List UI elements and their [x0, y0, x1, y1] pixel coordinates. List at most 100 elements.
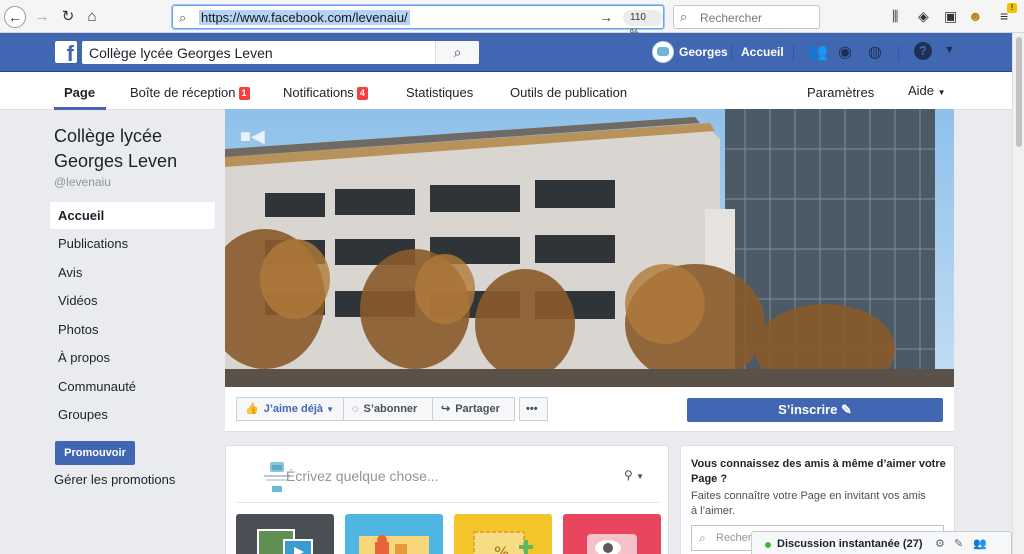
extension-icon[interactable]: ☻	[968, 8, 983, 24]
search-icon: ⌕	[680, 9, 688, 24]
library-icon[interactable]: ⫼	[892, 8, 898, 25]
composer-input[interactable]: Écrivez quelque chose...	[286, 468, 439, 484]
sidebar-item-about[interactable]: À propos	[50, 344, 215, 371]
group-chat-icon[interactable]: 👥	[973, 537, 987, 550]
page-scrollbar[interactable]	[1012, 33, 1024, 554]
zoom-level[interactable]: 110 %	[623, 10, 663, 39]
facebook-logo-icon[interactable]: f	[55, 41, 77, 63]
share-button-label: Partager	[455, 403, 500, 415]
invite-friends-description: Faites connaître votre Page en invitant …	[691, 490, 926, 517]
tab-help[interactable]: Aide ▼	[908, 83, 946, 98]
chat-sidebar-tab[interactable]: Discussion instantanée (27) ⚙ ✎ 👥	[751, 531, 1012, 554]
promote-button[interactable]: Promouvoir	[55, 441, 135, 465]
sidebar-item-photos[interactable]: Photos	[50, 316, 215, 343]
sidebar-item-community[interactable]: Communauté	[50, 373, 215, 400]
signup-button[interactable]: S’inscrire ✎	[687, 398, 943, 422]
browser-toolbar: ← → ↻ ⌂ ⌕ https://www.facebook.com/leven…	[0, 0, 1024, 39]
tab-page[interactable]: Page	[64, 85, 95, 100]
tab-settings[interactable]: Paramètres	[807, 85, 874, 100]
facebook-search-value: Collège lycée Georges Leven	[89, 45, 273, 61]
caret-down-icon: ▼	[937, 88, 946, 97]
update-badge: !	[1007, 3, 1017, 13]
tab-notifications[interactable]: Notifications 4	[283, 85, 368, 100]
post-composer: Écrivez quelque chose... ⚲ ▼ %	[225, 445, 669, 554]
globe-notifications-icon[interactable]: ◍	[868, 42, 882, 62]
address-bar[interactable]: ⌕ https://www.facebook.com/levenaiu/ → 1…	[172, 5, 664, 39]
divider	[236, 502, 660, 503]
url-text: https://www.facebook.com/levenaiu/	[199, 10, 410, 25]
sidebar-item-groups[interactable]: Groupes	[50, 401, 215, 428]
liked-button-label: J’aime déjà	[263, 403, 324, 415]
facebook-header: f Collège lycée Georges Leven ⌕ Georges …	[0, 33, 1012, 72]
search-icon: ⌕	[699, 531, 706, 545]
pencil-icon: ✎	[840, 402, 852, 417]
page-handle[interactable]: @levenaiu	[54, 175, 111, 189]
video-camera-icon[interactable]: ■◀	[240, 126, 265, 147]
inbox-badge: 1	[238, 87, 250, 100]
profile-link[interactable]: Georges	[679, 45, 728, 59]
search-icon[interactable]: ⌕	[435, 41, 479, 64]
page-title[interactable]: Collège lycée Georges Leven	[54, 124, 224, 174]
reload-icon[interactable]: ↻	[58, 7, 78, 27]
divider	[731, 45, 732, 61]
messenger-icon[interactable]: ◉	[838, 42, 852, 62]
tab-publishing-tools[interactable]: Outils de publication	[510, 85, 627, 100]
divider	[898, 45, 899, 61]
avatar[interactable]	[652, 41, 674, 63]
compose-icon[interactable]: ✎	[954, 537, 963, 550]
liked-button[interactable]: 👍 J’aime déjà ▼	[236, 397, 344, 421]
online-status-icon	[765, 542, 771, 548]
go-arrow-icon[interactable]: →	[599, 9, 613, 25]
home-icon[interactable]: ⌂	[82, 7, 102, 27]
pocket-icon[interactable]: ◈	[918, 8, 929, 25]
tab-help-label: Aide	[908, 83, 935, 98]
audience-selector[interactable]: ⚲ ▼	[624, 468, 644, 482]
discount-tile[interactable]: %	[454, 514, 552, 554]
rss-icon: ◌	[352, 403, 359, 415]
cover-photo[interactable]: ■◀	[225, 109, 954, 387]
follow-button-label: S’abonner	[363, 403, 418, 415]
eye-icon	[587, 534, 637, 554]
active-tab-indicator	[54, 107, 106, 110]
sidebar-item-home[interactable]: Accueil	[50, 202, 215, 229]
discount-icon: %	[473, 531, 533, 554]
sidebar-item-reviews[interactable]: Avis	[50, 259, 215, 286]
sidebar-item-videos[interactable]: Vidéos	[50, 287, 215, 314]
offer-tile[interactable]	[345, 514, 443, 554]
tab-inbox-label: Boîte de réception	[130, 85, 236, 100]
signup-button-label: S’inscrire	[778, 402, 838, 417]
back-button[interactable]: ←	[4, 6, 26, 28]
tab-inbox[interactable]: Boîte de réception 1	[130, 85, 250, 100]
follow-button[interactable]: ◌ S’abonner	[343, 397, 433, 421]
chat-label: Discussion instantanée (27)	[777, 538, 923, 550]
tab-statistics[interactable]: Statistiques	[406, 85, 473, 100]
account-menu-caret-icon[interactable]: ▼	[944, 44, 955, 56]
gear-icon[interactable]: ⚙	[935, 537, 945, 550]
forward-button[interactable]: →	[32, 7, 52, 27]
invite-friends-title: Vous connaissez des amis à même d’aimer …	[691, 458, 946, 485]
shop-icon	[359, 535, 429, 554]
event-tile[interactable]	[563, 514, 661, 554]
sidebar-icon[interactable]: ▣	[944, 8, 957, 25]
scrollbar-thumb[interactable]	[1016, 37, 1022, 147]
notifications-badge: 4	[356, 87, 368, 100]
manage-promotions-link[interactable]: Gérer les promotions	[54, 472, 175, 487]
divider	[793, 45, 794, 61]
thumbs-up-icon: 👍	[245, 403, 259, 415]
home-link[interactable]: Accueil	[741, 45, 784, 59]
sidebar-item-posts[interactable]: Publications	[50, 230, 215, 257]
share-button[interactable]: ↪ Partager	[432, 397, 515, 421]
share-icon: ↪	[441, 403, 451, 415]
page-tab-bar: Page Boîte de réception 1 Notifications 4 …	[0, 72, 1012, 110]
globe-icon: ⚲	[624, 468, 633, 482]
caret-down-icon: ▼	[636, 472, 645, 481]
search-icon: ⌕	[179, 10, 187, 25]
photo-video-icon	[257, 529, 313, 554]
facebook-search-field[interactable]: Collège lycée Georges Leven ⌕	[82, 41, 479, 64]
friend-requests-icon[interactable]: 👥	[808, 42, 828, 62]
photo-video-tile[interactable]	[236, 514, 334, 554]
browser-search-field[interactable]: ⌕ Rechercher	[673, 5, 820, 29]
more-options-button[interactable]: •••	[519, 397, 548, 421]
help-icon[interactable]: ?	[914, 42, 932, 60]
tab-notifications-label: Notifications	[283, 85, 354, 100]
